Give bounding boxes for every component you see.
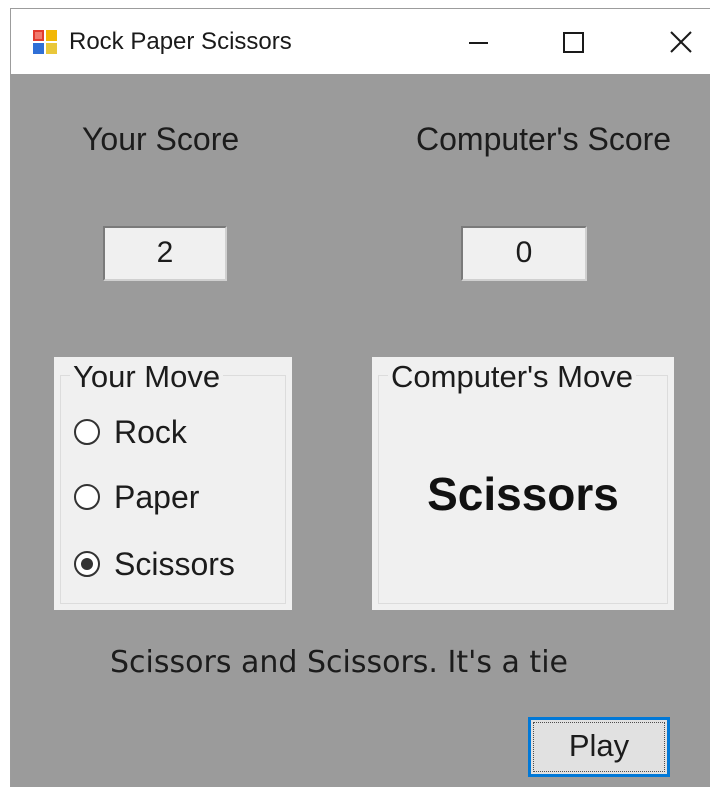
radio-paper[interactable]: Paper bbox=[74, 477, 199, 517]
result-message: Scissors and Scissors. It's a tie bbox=[110, 645, 568, 680]
radio-label-scissors[interactable]: Scissors bbox=[114, 546, 235, 583]
computer-move-value: Scissors bbox=[427, 468, 619, 520]
app-window: Rock Paper Scissors Your Score Computer'… bbox=[10, 8, 710, 787]
your-score-value: 2 bbox=[103, 226, 227, 281]
play-button[interactable]: Play bbox=[528, 717, 670, 777]
form-client-area: Your Score Computer's Score 2 0 Your Mov… bbox=[11, 74, 710, 787]
radio-button[interactable] bbox=[74, 419, 100, 445]
maximize-button[interactable] bbox=[526, 9, 620, 74]
radio-label-paper[interactable]: Paper bbox=[114, 479, 199, 516]
radio-button[interactable] bbox=[74, 484, 100, 510]
radio-button-checked[interactable] bbox=[74, 551, 100, 577]
radio-label-rock[interactable]: Rock bbox=[114, 414, 187, 451]
computer-move-title: Computer's Move bbox=[388, 359, 636, 395]
your-move-title: Your Move bbox=[70, 359, 224, 395]
window-title: Rock Paper Scissors bbox=[69, 28, 292, 55]
minimize-button[interactable] bbox=[432, 9, 526, 74]
computer-score-value: 0 bbox=[461, 226, 587, 281]
your-score-label: Your Score bbox=[82, 121, 240, 157]
radio-scissors[interactable]: Scissors bbox=[74, 544, 235, 584]
maximize-icon bbox=[563, 32, 584, 53]
close-icon bbox=[670, 31, 692, 53]
close-button[interactable] bbox=[620, 9, 710, 74]
radio-rock[interactable]: Rock bbox=[74, 412, 187, 452]
computer-move-group: Computer's Move Scissors bbox=[372, 357, 674, 610]
app-grid-icon bbox=[32, 29, 58, 55]
your-move-group: Your Move Rock Paper Scissors bbox=[54, 357, 292, 610]
focus-rectangle bbox=[533, 722, 665, 772]
minimize-icon bbox=[469, 42, 488, 44]
computer-score-label: Computer's Score bbox=[416, 121, 672, 157]
title-bar[interactable]: Rock Paper Scissors bbox=[11, 9, 710, 74]
